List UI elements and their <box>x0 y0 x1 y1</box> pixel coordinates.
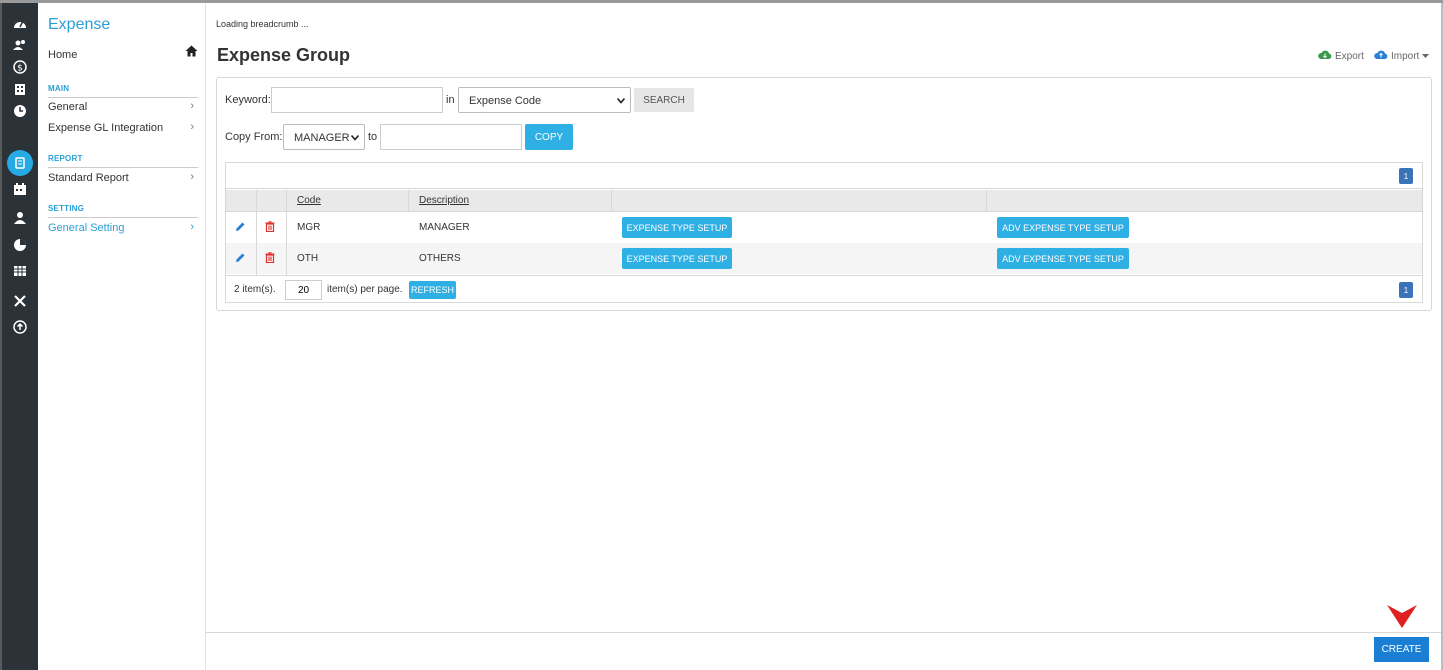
copy-button[interactable]: COPY <box>525 124 573 150</box>
sidebar-item-label: Expense GL Integration <box>48 122 164 134</box>
import-label: Import <box>1391 51 1420 62</box>
sidebar-item-home[interactable]: Home <box>48 43 198 65</box>
column-divider <box>408 190 409 212</box>
cell-description: OTHERS <box>419 253 461 264</box>
chevron-right-icon: › <box>190 221 194 233</box>
edit-pencil-icon[interactable] <box>235 252 246 266</box>
users-icon[interactable] <box>10 35 30 55</box>
section-setting: SETTING <box>48 204 85 213</box>
edit-pencil-icon[interactable] <box>235 221 246 235</box>
column-divider <box>611 190 612 212</box>
select-value: Expense Code <box>469 95 542 107</box>
expense-module-icon[interactable] <box>7 150 33 176</box>
column-divider <box>986 190 987 212</box>
caret-down-icon <box>1422 51 1430 62</box>
sidebar-item-label: Home <box>48 49 78 61</box>
page-title: Expense Group <box>217 45 351 65</box>
column-divider <box>256 190 257 275</box>
sidebar-title: Expense <box>48 16 111 33</box>
chevron-down-icon <box>350 132 360 141</box>
bottom-action-bar <box>206 632 1443 670</box>
money-icon[interactable]: $ <box>10 57 30 77</box>
table-row: OTH OTHERS EXPENSE TYPE SETUP ADV EXPENS… <box>226 243 1422 274</box>
keyword-label: Keyword: <box>225 94 271 106</box>
chevron-right-icon: › <box>190 100 194 112</box>
search-field-select[interactable]: Expense Code <box>458 87 631 113</box>
section-main: MAIN <box>48 84 70 93</box>
sidebar: Expense Home MAIN General › Expense GL I… <box>38 3 206 670</box>
adv-expense-type-setup-button[interactable]: ADV EXPENSE TYPE SETUP <box>997 248 1129 269</box>
home-icon <box>185 45 198 60</box>
chevron-right-icon: › <box>190 121 194 133</box>
arrow-pointer-icon <box>1386 603 1418 632</box>
upload-circle-icon[interactable] <box>10 317 30 337</box>
sidebar-item-gl-integration[interactable]: Expense GL Integration › <box>48 119 198 139</box>
item-count: 2 item(s). <box>234 284 276 295</box>
grid-pager-bottom: 2 item(s). item(s) per page. REFRESH 1 <box>226 275 1422 303</box>
module-icon-rail: $ <box>0 3 38 670</box>
table-icon[interactable] <box>10 261 30 281</box>
table-row: MGR MANAGER EXPENSE TYPE SETUP ADV EXPEN… <box>226 212 1422 243</box>
sidebar-item-label: General Setting <box>48 222 125 234</box>
cloud-upload-icon <box>1374 50 1388 63</box>
cell-code: MGR <box>297 222 321 233</box>
keyword-input[interactable] <box>271 87 443 113</box>
create-button[interactable]: CREATE <box>1374 637 1429 662</box>
adv-expense-type-setup-button[interactable]: ADV EXPENSE TYPE SETUP <box>997 217 1129 238</box>
expense-type-setup-button[interactable]: EXPENSE TYPE SETUP <box>622 217 732 238</box>
dashboard-icon[interactable] <box>10 13 30 33</box>
tools-icon[interactable] <box>10 291 30 311</box>
import-button[interactable]: Import <box>1374 50 1430 63</box>
copy-from-label: Copy From: <box>225 131 283 143</box>
to-label: to <box>368 131 378 143</box>
sidebar-item-general-setting[interactable]: General Setting › <box>48 219 198 239</box>
breadcrumb: Loading breadcrumb ... <box>216 19 309 29</box>
divider <box>48 217 198 218</box>
calendar-icon[interactable] <box>10 179 30 199</box>
page-number[interactable]: 1 <box>1399 282 1413 298</box>
grid-pager-top: 1 <box>226 163 1422 189</box>
column-divider <box>286 190 287 275</box>
per-page-input[interactable] <box>285 280 322 300</box>
pie-chart-icon[interactable] <box>10 235 30 255</box>
delete-trash-icon[interactable] <box>265 252 275 266</box>
expense-group-grid: 1 Code Description MGR MANAGER EXPENSE T… <box>225 162 1423 303</box>
copy-to-input[interactable] <box>380 124 522 150</box>
copy-from-select[interactable]: MANAGER <box>283 124 365 150</box>
svg-text:$: $ <box>17 64 23 74</box>
grid-header: Code Description <box>226 190 1422 212</box>
sidebar-item-general[interactable]: General › <box>48 98 198 118</box>
column-header-description[interactable]: Description <box>419 195 469 206</box>
search-button[interactable]: SEARCH <box>634 88 694 112</box>
refresh-button[interactable]: REFRESH <box>409 281 456 299</box>
chevron-down-icon <box>616 95 626 104</box>
person-icon[interactable] <box>10 208 30 228</box>
page-number[interactable]: 1 <box>1399 168 1413 184</box>
in-label: in <box>446 94 455 106</box>
divider <box>48 167 198 168</box>
column-header-code[interactable]: Code <box>297 195 321 206</box>
building-icon[interactable] <box>10 79 30 99</box>
sidebar-item-standard-report[interactable]: Standard Report › <box>48 169 198 189</box>
section-report: REPORT <box>48 154 83 163</box>
cell-description: MANAGER <box>419 222 470 233</box>
chevron-right-icon: › <box>190 171 194 183</box>
cloud-download-icon <box>1318 50 1332 63</box>
per-page-label: item(s) per page. <box>327 284 403 295</box>
expense-type-setup-button[interactable]: EXPENSE TYPE SETUP <box>622 248 732 269</box>
select-value: MANAGER <box>294 132 350 144</box>
sidebar-item-label: General <box>48 101 88 113</box>
delete-trash-icon[interactable] <box>265 221 275 235</box>
cell-code: OTH <box>297 253 319 264</box>
export-button[interactable]: Export <box>1318 50 1364 63</box>
export-label: Export <box>1335 51 1364 62</box>
clock-icon[interactable] <box>10 101 30 121</box>
sidebar-item-label: Standard Report <box>48 172 129 184</box>
